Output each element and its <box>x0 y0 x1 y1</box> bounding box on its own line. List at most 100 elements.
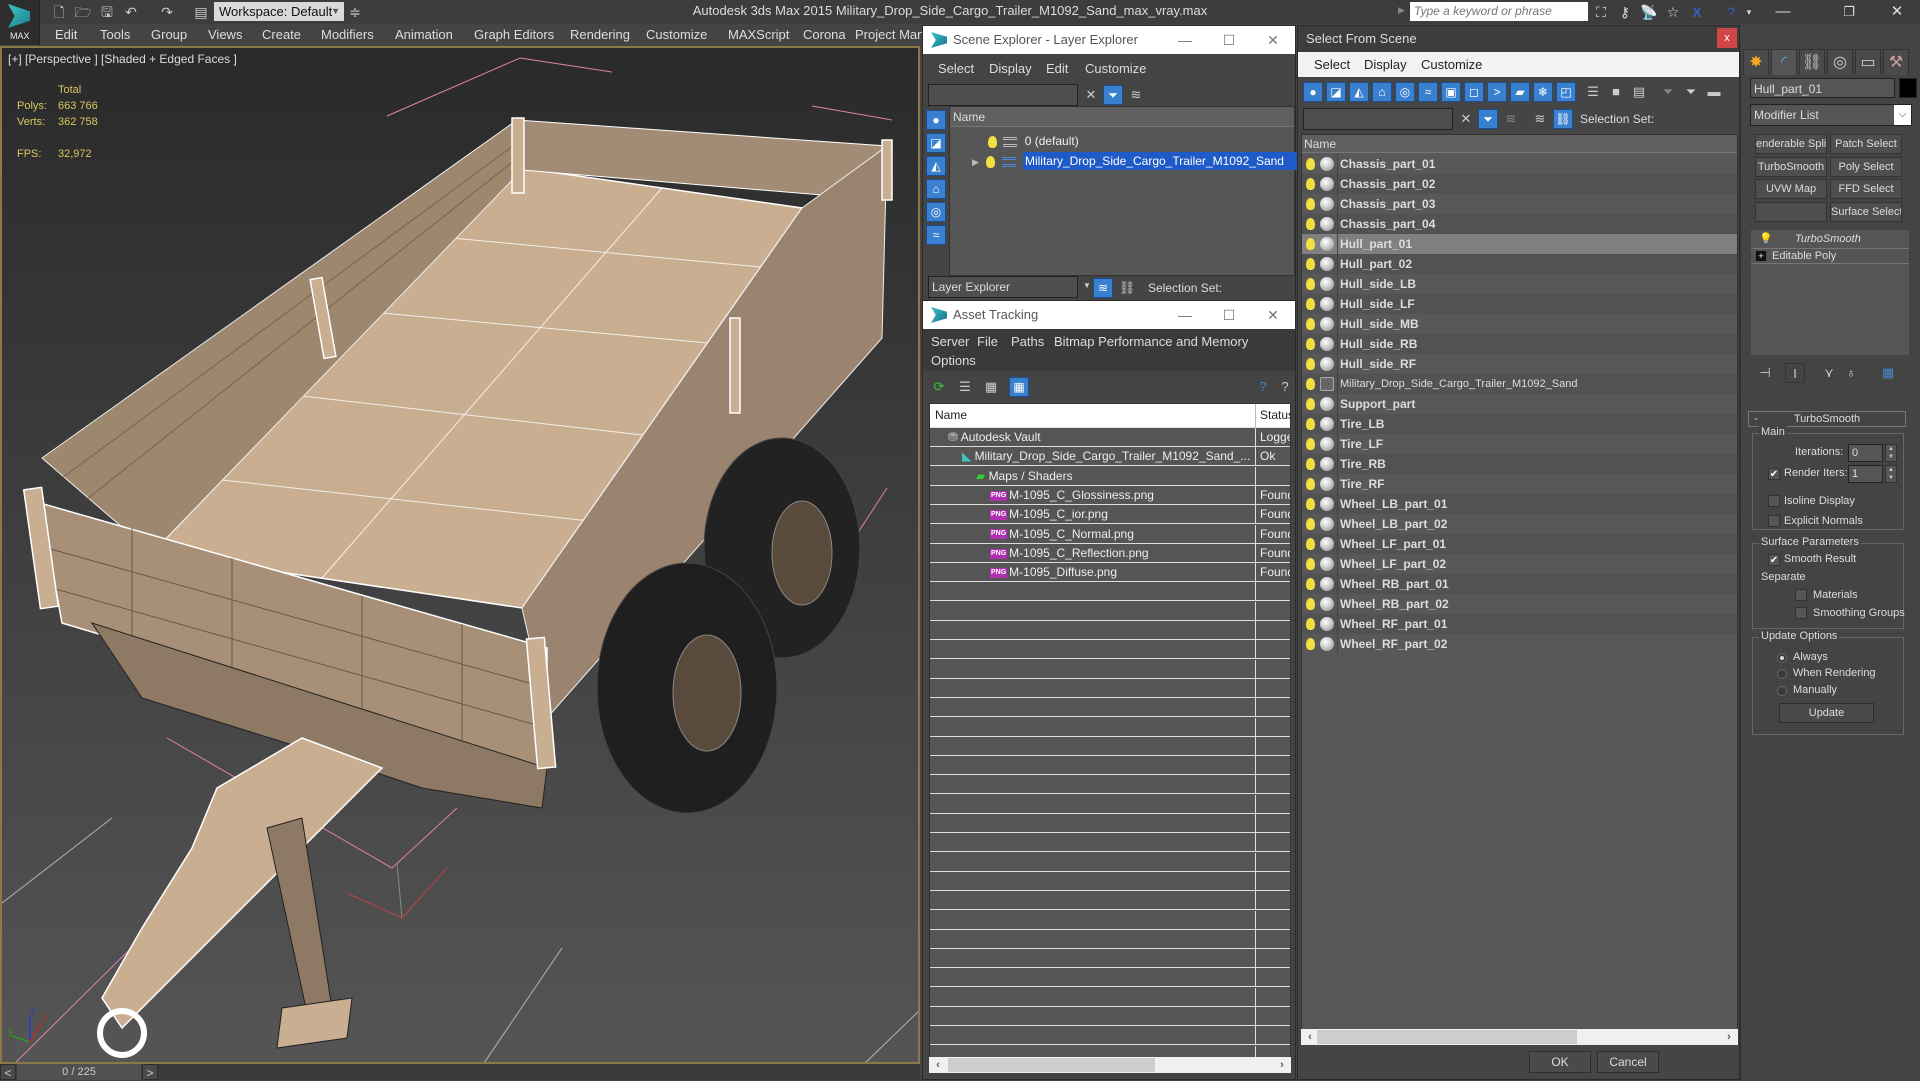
light-bulb-icon[interactable] <box>1306 338 1315 350</box>
light-bulb-icon[interactable] <box>988 135 997 148</box>
chevron-down-icon[interactable]: ⌵ <box>1894 105 1911 125</box>
light-bulb-icon[interactable] <box>1306 538 1315 550</box>
layer-row-selected[interactable]: ▶ Military_Drop_Side_Cargo_Trailer_M1092… <box>950 151 1324 171</box>
menu-options[interactable]: Options <box>931 353 976 368</box>
minimize-button[interactable]: — <box>1163 301 1207 329</box>
layer-highlight-icon[interactable]: ≋ <box>1501 109 1521 129</box>
open-file-icon[interactable]: 🗁 <box>74 3 92 21</box>
scene-object-row[interactable]: Chassis_part_04 <box>1302 214 1737 234</box>
explicit-normals-checkbox[interactable] <box>1768 515 1780 527</box>
modifier-button-turbosmooth[interactable]: TurboSmooth <box>1755 157 1827 177</box>
quick-access-customize-icon[interactable]: ≑ <box>346 3 364 21</box>
exchange-icon[interactable]: X <box>1688 3 1706 21</box>
stack-item-editable-poly[interactable]: + Editable Poly <box>1751 248 1909 264</box>
menu-views[interactable]: Views <box>208 27 242 42</box>
geometry-filter-icon[interactable]: ● <box>1303 82 1323 102</box>
scene-object-row[interactable]: Military_Drop_Side_Cargo_Trailer_M1092_S… <box>1302 374 1737 394</box>
display-none-icon[interactable]: ■ <box>1606 82 1626 102</box>
menu-server[interactable]: Server <box>931 334 969 349</box>
bones-filter-icon[interactable]: > <box>1487 82 1507 102</box>
column-header-name[interactable]: Name <box>950 107 1294 127</box>
satellite-icon[interactable]: 📡 <box>1640 3 1658 21</box>
shapes-filter-icon[interactable]: ◪ <box>1326 82 1346 102</box>
menu-select[interactable]: Select <box>938 61 974 76</box>
object-color-swatch[interactable] <box>1899 78 1917 98</box>
scene-object-row[interactable]: Tire_LF <box>1302 434 1737 454</box>
utilities-tab-icon[interactable]: ⚒ <box>1883 49 1909 75</box>
update-manually-radio[interactable] <box>1777 686 1787 696</box>
create-tab-icon[interactable]: ✸ <box>1743 49 1769 75</box>
scene-object-row[interactable]: Tire_RB <box>1302 454 1737 474</box>
scene-object-row[interactable]: Wheel_LF_part_02 <box>1302 554 1737 574</box>
undo-icon[interactable]: ↶ <box>122 3 140 21</box>
update-when-rendering-radio[interactable] <box>1777 669 1787 679</box>
viewport-label[interactable]: [+] [Perspective ] [Shaded + Edged Faces… <box>8 52 237 66</box>
modifier-button-surface-select[interactable]: Surface Select <box>1830 202 1902 222</box>
configure-modifier-sets-icon[interactable]: ▦ <box>1878 363 1898 383</box>
column-header-name[interactable]: Name <box>1302 135 1737 153</box>
redo-icon[interactable]: ↷ <box>158 3 176 21</box>
filter-icon[interactable]: ⏷ <box>1103 85 1123 105</box>
light-bulb-icon[interactable] <box>1306 598 1315 610</box>
groups-filter-icon[interactable]: ▣ <box>1441 82 1461 102</box>
asset-horizontal-scrollbar[interactable]: ‹ › <box>929 1057 1291 1073</box>
hierarchy-tab-icon[interactable]: ⛓ <box>1799 49 1825 75</box>
menu-corona[interactable]: Corona <box>803 27 846 42</box>
scene-object-row[interactable]: Support_part <box>1302 394 1737 414</box>
scene-object-row[interactable]: Chassis_part_03 <box>1302 194 1737 214</box>
light-bulb-icon[interactable] <box>1306 198 1315 210</box>
modifier-button-uvw-map[interactable]: UVW Map <box>1755 179 1827 199</box>
scene-object-row[interactable]: Hull_side_LB <box>1302 274 1737 294</box>
maximize-button[interactable]: ☐ <box>1207 26 1251 54</box>
close-button[interactable]: ✕ <box>1251 301 1295 329</box>
perspective-viewport[interactable]: [+] [Perspective ] [Shaded + Edged Faces… <box>0 46 920 1064</box>
modifier-button-patch-select[interactable]: Patch Select <box>1830 134 1902 154</box>
menu-display[interactable]: Display <box>989 61 1032 76</box>
scene-object-row[interactable]: Hull_part_02 <box>1302 254 1737 274</box>
asset-row[interactable]: PNG M-1095_C_Reflection.png Found <box>930 543 1290 563</box>
time-next-button[interactable]: > <box>142 1064 158 1080</box>
sort-by-layer-icon[interactable]: ≋ <box>1530 109 1550 129</box>
advanced-filter-icon[interactable]: ▬ <box>1704 82 1724 102</box>
vault-help-disabled-icon[interactable]: ? <box>1275 377 1295 397</box>
menu-edit[interactable]: Edit <box>1046 61 1068 76</box>
scene-object-row[interactable]: Tire_RF <box>1302 474 1737 494</box>
scene-object-row[interactable]: Hull_side_RB <box>1302 334 1737 354</box>
modifier-button-empty[interactable] <box>1755 202 1827 222</box>
containers-filter-icon[interactable]: ▰ <box>1510 82 1530 102</box>
scene-object-row[interactable]: Hull_side_RF <box>1302 354 1737 374</box>
modifier-button-renderable-spline[interactable]: enderable Splin <box>1755 134 1827 154</box>
light-bulb-icon[interactable] <box>1306 518 1315 530</box>
scene-object-row[interactable]: Wheel_LF_part_01 <box>1302 534 1737 554</box>
expand-arrow-icon[interactable]: ▶ <box>972 157 979 167</box>
column-header-status[interactable]: Status <box>1255 404 1290 428</box>
maximize-button[interactable]: ☐ <box>1207 301 1251 329</box>
update-always-radio[interactable] <box>1777 653 1787 663</box>
filter-settings-icon[interactable]: ⏷ <box>1681 82 1701 102</box>
cancel-button[interactable]: Cancel <box>1597 1051 1659 1073</box>
light-bulb-icon[interactable]: 💡 <box>1759 232 1773 245</box>
render-iters-spinner[interactable]: ▲ ▼ <box>1885 465 1897 483</box>
explorer-type-dropdown[interactable]: Layer Explorer <box>928 276 1078 298</box>
menu-paths[interactable]: Paths <box>1011 334 1044 349</box>
turbosmooth-rollout-header[interactable]: - TurboSmooth <box>1748 411 1906 427</box>
frozen-filter-icon[interactable]: ❄ <box>1533 82 1553 102</box>
display-all-icon[interactable]: ☰ <box>1583 82 1603 102</box>
light-bulb-icon[interactable] <box>1306 618 1315 630</box>
scroll-left-icon[interactable]: ‹ <box>1303 1029 1317 1045</box>
table-view-icon[interactable]: ▦ <box>1009 377 1029 397</box>
modifier-button-ffd-select[interactable]: FFD Select <box>1830 179 1902 199</box>
asset-row[interactable]: PNG M-1095_Diffuse.png Found <box>930 563 1290 583</box>
smooth-result-checkbox[interactable]: ✔ <box>1768 554 1780 566</box>
scene-object-row[interactable]: Wheel_RB_part_02 <box>1302 594 1737 614</box>
search-expand-icon[interactable]: ▶ <box>1398 5 1405 16</box>
lights-filter-icon[interactable]: ◭ <box>1349 82 1369 102</box>
layer-row[interactable]: 0 (default) <box>950 131 1294 151</box>
asset-row[interactable]: PNG M-1095_C_ior.png Found <box>930 505 1290 525</box>
materials-checkbox[interactable] <box>1795 589 1807 601</box>
scroll-thumb[interactable] <box>1317 1030 1577 1044</box>
sort-by-hierarchy-icon[interactable]: ⛓ <box>1553 109 1573 129</box>
asset-row[interactable]: ▰ Maps / Shaders <box>930 466 1290 486</box>
list-view-icon[interactable]: ☰ <box>955 377 975 397</box>
menu-project-manager[interactable]: Project Man <box>855 27 924 42</box>
